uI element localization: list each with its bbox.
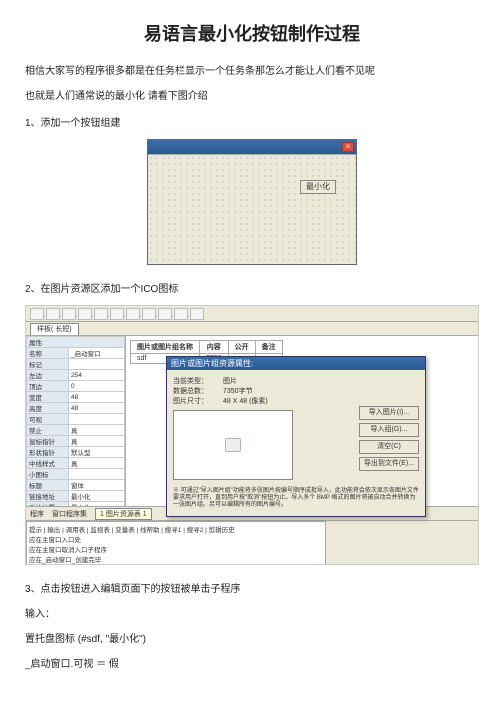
prop-value[interactable]: 48	[69, 403, 125, 414]
prop-value[interactable]	[69, 359, 125, 370]
prop-value[interactable]: 最小化	[69, 502, 125, 507]
toolbar-button[interactable]	[142, 308, 156, 320]
prop-name: 标记	[27, 359, 69, 370]
dialog-button[interactable]: 清空(C)	[359, 440, 419, 454]
image-preview	[173, 410, 293, 480]
page-title: 易语言最小化按钮制作过程	[25, 20, 479, 46]
label-type: 当前类型：	[173, 376, 223, 386]
prop-value[interactable]: 48	[69, 392, 125, 403]
prop-value[interactable]: 真	[69, 436, 125, 447]
toolbar-button[interactable]	[110, 308, 124, 320]
prop-name: 鼠标指针	[27, 436, 69, 447]
toolbar-button[interactable]	[190, 308, 204, 320]
toolbar-button[interactable]	[158, 308, 172, 320]
res-col: 公开	[228, 341, 255, 354]
prop-name: 高度	[27, 403, 69, 414]
prop-value[interactable]: 0	[69, 381, 125, 392]
dialog-button[interactable]: 导入组(G)...	[359, 423, 419, 437]
output-line: 应在主窗口入口时间	[29, 564, 323, 565]
ide-toolbar	[26, 306, 478, 322]
toolbar-button[interactable]	[78, 308, 92, 320]
prop-name: 禁止	[27, 425, 69, 436]
property-grid[interactable]: 属性:名称_启动窗口标记左边254顶边0宽度48高度48可视禁止真鼠标指针真形状…	[26, 336, 126, 506]
label-count: 数据总数：	[173, 386, 223, 396]
dialog-note: ※ 可通过"导入图片组"功能将多张图片按编号顺序成批导入，此功能将会依次显示各图…	[173, 484, 419, 510]
prop-value[interactable]: 最小化	[69, 491, 125, 502]
prop-value[interactable]: 254	[69, 370, 125, 381]
toolbar-button[interactable]	[174, 308, 188, 320]
ico-icon	[225, 438, 241, 452]
prop-value[interactable]: 窗体	[69, 480, 125, 491]
screenshot-ide: 样板( 长短) 属性:名称_启动窗口标记左边254顶边0宽度48高度48可视禁止…	[25, 305, 479, 565]
step-2: 2、在图片资源区添加一个ICO图标	[25, 280, 479, 295]
intro-1: 相信大家写的程序很多都是在任务栏显示一个任务条那怎么才能让人们看不见呢	[25, 64, 479, 79]
code-line-2: _启动窗口.可视 ＝ 假	[25, 655, 479, 670]
res-col: 备注	[255, 341, 282, 354]
value-count: 7350字节	[223, 386, 268, 396]
toolbar-button[interactable]	[62, 308, 76, 320]
value-size: 48 X 48 (像素)	[223, 396, 268, 406]
prop-name: 后始位置	[27, 502, 69, 507]
bottom-tab[interactable]: 窗口程序集	[52, 509, 87, 519]
output-line: 应在主窗口取消入口子程序	[29, 544, 323, 554]
minimize-button[interactable]: 最小化	[300, 180, 336, 194]
prop-name: 左边	[27, 370, 69, 381]
tab-main[interactable]: 样板( 长短)	[30, 323, 79, 335]
prop-name: 标题	[27, 480, 69, 491]
input-label: 输入：	[25, 605, 479, 620]
screenshot-form-window: × 最小化	[147, 139, 357, 265]
prop-name: 名称	[27, 348, 69, 359]
resource-dialog: 图片或图片组资源属性: 当前类型： 数据总数： 图片尺寸： 图片 7350字节 …	[166, 356, 426, 517]
window-titlebar: ×	[148, 140, 356, 154]
prop-value[interactable]: _启动窗口	[69, 348, 125, 359]
prop-value[interactable]	[69, 469, 125, 480]
step-1: 1、添加一个按钮组建	[25, 114, 479, 129]
prop-name: 小图标	[27, 469, 69, 480]
prop-name: 中线样式	[27, 458, 69, 469]
code-line-1: 置托盘图标 (#sdf, "最小化")	[25, 630, 479, 645]
step-3: 3、点击按钮进入编辑页面下的按钮被单击子程序	[25, 580, 479, 595]
output-panel: 提示 | 输出 | 调用表 | 监视表 | 变量表 | 线帮助 | 搜寻1 | …	[26, 521, 326, 565]
res-col: 内容	[200, 341, 229, 354]
output-line: 应在主窗口入口处	[29, 534, 323, 544]
output-line: 应在_启动窗口_创建完毕	[29, 554, 323, 564]
prop-name: 顶边	[27, 381, 69, 392]
prop-value[interactable]	[69, 414, 125, 425]
dialog-title: 图片或图片组资源属性:	[167, 357, 425, 370]
label-size: 图片尺寸：	[173, 396, 223, 406]
close-icon[interactable]: ×	[342, 142, 354, 152]
dialog-button[interactable]: 导入图片(I)...	[359, 406, 419, 420]
prop-header: 属性:	[27, 337, 125, 348]
toolbar-button[interactable]	[94, 308, 108, 320]
toolbar-button[interactable]	[46, 308, 60, 320]
toolbar-button[interactable]	[126, 308, 140, 320]
prop-value[interactable]: 默认型	[69, 447, 125, 458]
intro-2: 也就是人们通常说的最小化 请看下图介绍	[25, 89, 479, 104]
prop-value[interactable]: 真	[69, 425, 125, 436]
ide-tabs: 样板( 长短)	[26, 322, 478, 336]
toolbar-button[interactable]	[30, 308, 44, 320]
res-col: 图片或图片组名称	[131, 341, 200, 354]
value-type: 图片	[223, 376, 268, 386]
prop-name: 形状指针	[27, 447, 69, 458]
prop-name: 链接地址	[27, 491, 69, 502]
prop-value[interactable]: 真	[69, 458, 125, 469]
bottom-tab-active[interactable]: 1 图片资源表 1	[95, 508, 152, 520]
ide-canvas: 图片或图片组名称内容公开备注sdf7350 图片或图片组资源属性: 当前类型： …	[126, 336, 478, 506]
prop-name: 可视	[27, 414, 69, 425]
dialog-button[interactable]: 导出到文件(E)...	[359, 457, 419, 471]
prop-name: 宽度	[27, 392, 69, 403]
bottom-tab[interactable]: 程序	[30, 509, 44, 519]
form-design-area: 最小化	[148, 154, 356, 264]
output-header: 提示 | 输出 | 调用表 | 监视表 | 变量表 | 线帮助 | 搜寻1 | …	[29, 524, 323, 534]
